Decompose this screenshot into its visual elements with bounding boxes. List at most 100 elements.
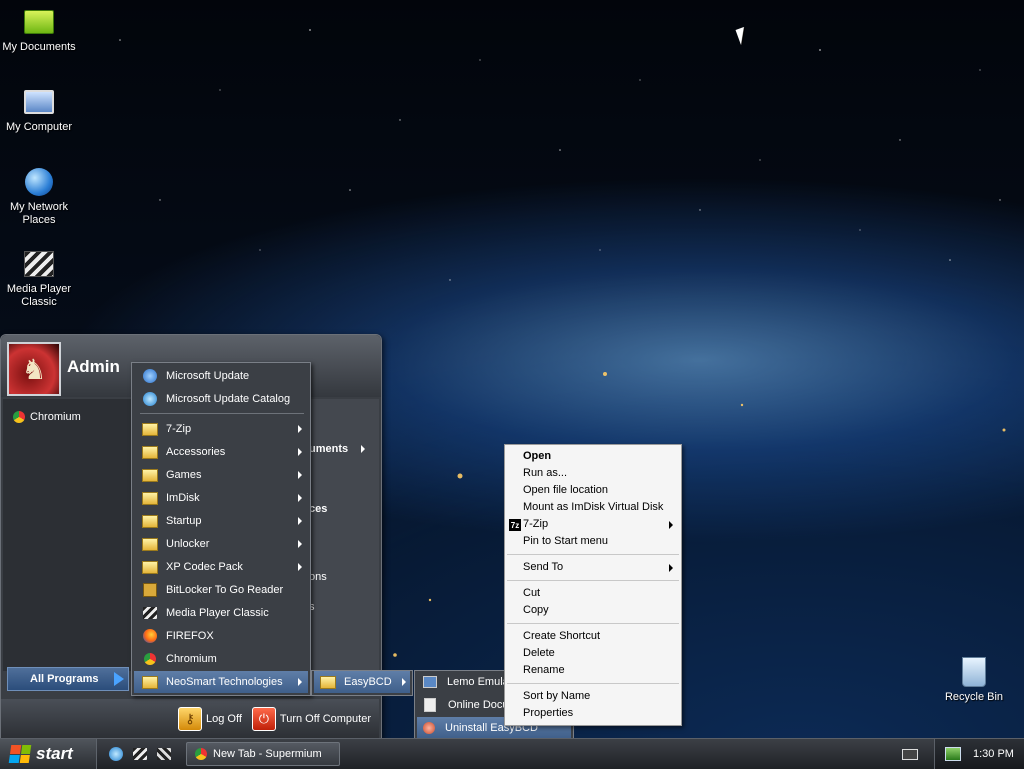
log-off-button[interactable]: ⚷ Log Off (178, 707, 242, 731)
program-item-label: XP Codec Pack (166, 561, 243, 573)
program-item[interactable]: Online Docu (417, 694, 509, 716)
monitor-icon (423, 676, 437, 688)
submenu-arrow-icon (402, 678, 406, 686)
places-item-connections[interactable]: ons (309, 571, 327, 583)
clock[interactable]: 1:30 PM (973, 748, 1014, 760)
context-item-label: Send To (523, 561, 564, 573)
context-item-pin-to-start[interactable]: Pin to Start menu (523, 535, 608, 547)
desktop-icon-media-player-classic[interactable]: Media Player Classic (0, 248, 78, 309)
program-item-label: Startup (166, 515, 202, 527)
desktop-icon-label: My Network Places (9, 201, 69, 226)
program-folder-games[interactable]: Games (134, 464, 308, 486)
program-folder-unlocker[interactable]: Unlocker (134, 533, 308, 555)
desktop-icon-my-network-places[interactable]: My Network Places (0, 166, 78, 227)
folder-icon (142, 467, 158, 483)
context-item-copy[interactable]: Copy (523, 604, 549, 616)
context-item-cut[interactable]: Cut (523, 587, 540, 599)
taskbar-window-button[interactable]: New Tab - Supermium (186, 742, 340, 766)
program-folder-easybcd[interactable]: EasyBCD (314, 671, 410, 693)
context-item-sort-by-name[interactable]: Sort by Name (523, 690, 590, 702)
context-menu: Open Run as... Open file location Mount … (504, 444, 682, 726)
computer-icon (23, 86, 55, 118)
program-folder-imdisk[interactable]: ImDisk (134, 487, 308, 509)
media-player-icon (142, 605, 158, 621)
supermium-browser-icon (195, 748, 207, 760)
program-item-label: Microsoft Update Catalog (166, 393, 291, 405)
program-item-media-player-classic[interactable]: Media Player Classic (134, 602, 308, 624)
context-item-create-shortcut[interactable]: Create Shortcut (523, 630, 600, 642)
context-item-label: Cut (523, 587, 541, 599)
context-item-run-as[interactable]: Run as... (523, 467, 567, 479)
all-programs-menu: Microsoft Update Microsoft Update Catalo… (131, 362, 311, 696)
program-item-bitlocker[interactable]: BitLocker To Go Reader (134, 579, 308, 601)
quicklaunch-clapper-icon[interactable] (156, 746, 172, 762)
places-item-network[interactable]: ces (309, 503, 327, 515)
desktop-icon-recycle-bin[interactable]: Recycle Bin (935, 656, 1013, 704)
windows-update-icon (142, 368, 158, 384)
context-item-open-file-location[interactable]: Open file location (523, 484, 608, 496)
context-item-label: Open file location (523, 484, 608, 496)
context-item-label: Sort by Name (523, 690, 591, 702)
context-item-label: Delete (523, 647, 555, 659)
submenu-arrow-icon (298, 678, 302, 686)
program-item[interactable]: Microsoft Update Catalog (134, 388, 308, 410)
power-icon: ⏻ (251, 707, 276, 731)
network-tray-icon[interactable] (945, 747, 961, 761)
submenu-arrow-icon (669, 564, 673, 572)
system-tray: 1:30 PM (934, 739, 1024, 769)
program-item-label: Unlocker (166, 538, 210, 550)
program-folder-7zip[interactable]: 7-Zip (134, 418, 308, 440)
taskbar-window-title: New Tab - Supermium (213, 748, 322, 760)
quicklaunch-ie-icon[interactable] (108, 746, 124, 762)
start-menu-pinned-pane: Chromium (3, 399, 131, 671)
uninstall-icon (423, 722, 435, 734)
start-menu-username: Admin (67, 357, 120, 376)
places-item-my-documents[interactable]: uments (309, 443, 366, 455)
context-item-open[interactable]: Open (523, 450, 551, 462)
program-item[interactable]: Lemo Emulat (417, 671, 512, 693)
pinned-item-chromium[interactable]: Chromium (13, 411, 81, 423)
program-item-firefox[interactable]: FIREFOX (134, 625, 308, 647)
start-button[interactable]: start (0, 739, 97, 769)
program-item-chromium[interactable]: Chromium (134, 648, 308, 670)
pinned-item-label: Chromium (30, 411, 81, 423)
desktop-icon-my-computer[interactable]: My Computer (0, 86, 78, 134)
context-item-properties[interactable]: Properties (523, 707, 573, 719)
media-player-icon (23, 248, 55, 280)
program-item[interactable]: Microsoft Update (134, 365, 308, 387)
program-folder-xp-codec-pack[interactable]: XP Codec Pack (134, 556, 308, 578)
arrow-right-icon (114, 672, 124, 686)
context-item-send-to[interactable]: Send To (523, 561, 563, 573)
context-item-label: Mount as ImDisk Virtual Disk (523, 501, 664, 513)
ie-icon (142, 391, 158, 407)
program-item-label: Microsoft Update (166, 370, 250, 382)
program-folder-accessories[interactable]: Accessories (134, 441, 308, 463)
program-folder-neosmart[interactable]: NeoSmart Technologies (134, 671, 308, 693)
program-item-label: Chromium (166, 653, 217, 665)
context-item-rename[interactable]: Rename (523, 664, 565, 676)
chromium-icon (13, 411, 25, 423)
program-item-label: Accessories (166, 446, 226, 458)
folder-icon (142, 444, 158, 460)
quicklaunch-media-player-icon[interactable] (132, 746, 148, 762)
recycle-bin-icon (958, 656, 990, 688)
context-item-label: Rename (523, 664, 565, 676)
context-item-mount-imdisk[interactable]: Mount as ImDisk Virtual Disk (523, 501, 663, 513)
desktop-icon-label: Recycle Bin (944, 691, 1004, 703)
program-item-label: Games (166, 469, 202, 481)
folder-icon (142, 559, 158, 575)
user-avatar-chess-icon[interactable]: ♞ (7, 342, 61, 396)
turn-off-computer-button[interactable]: ⏻ Turn Off Computer (251, 707, 371, 731)
document-icon (424, 698, 436, 712)
context-item-7zip[interactable]: 7-Zip (523, 518, 548, 530)
all-programs-label: All Programs (30, 673, 99, 685)
keyboard-tray-icon[interactable] (902, 746, 918, 762)
submenu-arrow-icon (298, 448, 302, 456)
program-item-label: Lemo Emulat (447, 676, 512, 688)
program-item-label: ImDisk (166, 492, 200, 504)
program-folder-startup[interactable]: Startup (134, 510, 308, 532)
all-programs-button[interactable]: All Programs (7, 667, 129, 691)
context-item-label: Run as... (523, 467, 568, 479)
context-item-delete[interactable]: Delete (523, 647, 555, 659)
desktop-icon-my-documents[interactable]: My Documents (0, 6, 78, 54)
